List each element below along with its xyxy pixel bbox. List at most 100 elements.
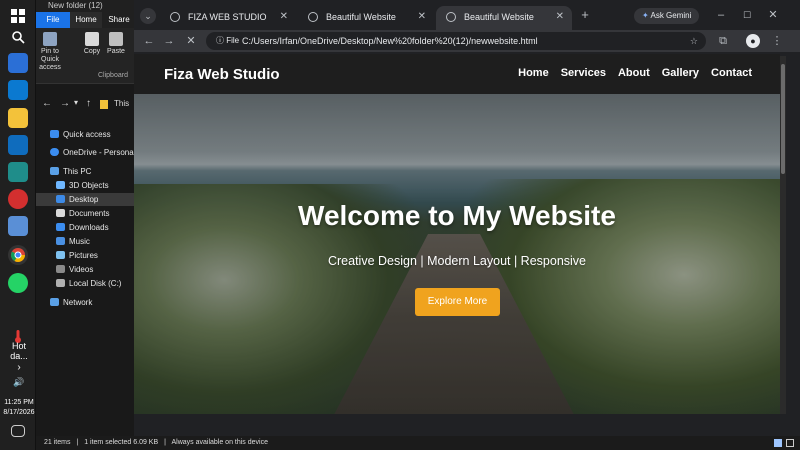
scroll-thumb[interactable] bbox=[781, 64, 785, 174]
details-view-icon[interactable] bbox=[774, 439, 782, 447]
tree-item-downloads[interactable]: Downloads bbox=[36, 221, 136, 234]
start-icon[interactable] bbox=[8, 6, 28, 26]
close-window-icon[interactable]: ✕ bbox=[766, 8, 780, 22]
tree-item-music[interactable]: Music bbox=[36, 235, 136, 248]
tree-item-quick-access[interactable]: Quick access bbox=[36, 128, 136, 141]
stop-loading-icon[interactable]: ✕ bbox=[184, 34, 198, 48]
bookmark-star-icon[interactable]: ☆ bbox=[690, 32, 698, 50]
forward-icon[interactable]: → bbox=[162, 34, 176, 48]
extensions-icon[interactable]: ⧉ bbox=[716, 34, 730, 48]
large-icons-view-icon[interactable] bbox=[786, 439, 794, 447]
search-icon[interactable] bbox=[8, 27, 28, 47]
tab-share[interactable]: Share bbox=[102, 12, 136, 28]
tab-beautiful-website-1[interactable]: Beautiful Website ✕ bbox=[298, 6, 434, 30]
close-tab-icon[interactable]: ✕ bbox=[418, 6, 426, 28]
ribbon: Pin to Quick access Copy Paste Clipboard bbox=[36, 28, 136, 84]
picture-icon bbox=[56, 251, 65, 259]
whatsapp-icon[interactable] bbox=[8, 273, 28, 293]
ask-gemini-button[interactable]: ✦ Ask Gemini bbox=[634, 8, 700, 24]
tree-item-local-disk[interactable]: Local Disk (C:) bbox=[36, 277, 136, 290]
menu-icon[interactable]: ⋮ bbox=[770, 34, 784, 48]
chrome-window: ⌄ FIZA WEB STUDIO ✕ Beautiful Website ✕ … bbox=[134, 0, 800, 450]
task-view-icon[interactable] bbox=[8, 53, 28, 73]
cube-icon bbox=[56, 181, 65, 189]
browser-toolbar: ← → ✕ ⓘ File C:/Users/Irfan/OneDrive/Des… bbox=[134, 30, 800, 52]
clock-time[interactable]: 11:25 PM bbox=[2, 398, 36, 408]
nav-home[interactable]: Home bbox=[518, 67, 549, 79]
paste-button[interactable]: Paste bbox=[104, 32, 128, 56]
tab-home[interactable]: Home bbox=[70, 12, 102, 28]
status-items: 21 items bbox=[44, 439, 71, 446]
back-icon[interactable]: ← bbox=[142, 34, 156, 48]
cloud-icon bbox=[50, 148, 59, 156]
desktop-icon bbox=[56, 195, 65, 203]
outlook-icon[interactable] bbox=[8, 135, 28, 155]
video-icon bbox=[56, 265, 65, 273]
back-icon[interactable]: ← bbox=[42, 98, 52, 109]
close-tab-icon[interactable]: ✕ bbox=[556, 6, 564, 28]
recent-dropdown-icon[interactable]: ▾ bbox=[74, 98, 78, 107]
file-explorer-icon[interactable] bbox=[8, 108, 28, 128]
clock-date[interactable]: 8/17/2026 bbox=[2, 408, 36, 418]
network-icon bbox=[50, 298, 59, 306]
tree-item-this-pc[interactable]: This PC bbox=[36, 165, 136, 178]
close-tab-icon[interactable]: ✕ bbox=[280, 6, 288, 28]
music-icon bbox=[56, 237, 65, 245]
url-text[interactable]: C:/Users/Irfan/OneDrive/Desktop/New%20fo… bbox=[242, 36, 538, 46]
nav-contact[interactable]: Contact bbox=[711, 67, 752, 79]
info-icon: ⓘ bbox=[216, 36, 227, 45]
notification-icon[interactable] bbox=[11, 425, 25, 437]
tab-beautiful-website-active[interactable]: Beautiful Website ✕ bbox=[436, 6, 572, 30]
address-bar[interactable]: ⓘ File C:/Users/Irfan/OneDrive/Desktop/N… bbox=[206, 32, 706, 50]
windows-taskbar: Hot da... › 🔊 11:25 PM 8/17/2026 bbox=[0, 0, 36, 450]
globe-icon bbox=[170, 12, 180, 22]
new-tab-icon[interactable]: + bbox=[578, 8, 592, 22]
download-icon bbox=[56, 223, 65, 231]
star-icon bbox=[50, 130, 59, 138]
chevron-up-icon[interactable]: › bbox=[2, 363, 36, 373]
chrome-icon[interactable] bbox=[8, 245, 28, 265]
drive-icon bbox=[56, 279, 65, 287]
up-icon[interactable]: ↑ bbox=[86, 98, 91, 109]
tab-strip: ⌄ FIZA WEB STUDIO ✕ Beautiful Website ✕ … bbox=[134, 0, 800, 30]
tab-search-icon[interactable]: ⌄ bbox=[140, 8, 156, 24]
pin-icon bbox=[43, 32, 57, 46]
site-info-chip[interactable]: ⓘ File bbox=[212, 34, 243, 48]
weather-text[interactable]: Hot da... bbox=[2, 341, 36, 361]
nav-gallery[interactable]: Gallery bbox=[662, 67, 699, 79]
copy-icon bbox=[85, 32, 99, 46]
edge-icon[interactable] bbox=[8, 162, 28, 182]
tree-item-3d-objects[interactable]: 3D Objects bbox=[36, 179, 136, 192]
nav-services[interactable]: Services bbox=[561, 67, 606, 79]
app-icon[interactable] bbox=[8, 216, 28, 236]
profile-avatar[interactable]: ● bbox=[746, 34, 760, 48]
minimize-icon[interactable]: – bbox=[714, 8, 728, 22]
site-menu: Home Services About Gallery Contact bbox=[518, 67, 752, 79]
opera-icon[interactable] bbox=[8, 189, 28, 209]
tree-item-videos[interactable]: Videos bbox=[36, 263, 136, 276]
site-brand[interactable]: Fiza Web Studio bbox=[164, 66, 280, 83]
tree-item-network[interactable]: Network bbox=[36, 296, 136, 309]
nav-about[interactable]: About bbox=[618, 67, 650, 79]
computer-icon bbox=[50, 167, 59, 175]
page-scrollbar[interactable] bbox=[780, 56, 786, 414]
file-explorer-window: New folder (12) File Home Share Pin to Q… bbox=[36, 0, 136, 450]
explore-more-button[interactable]: Explore More bbox=[415, 288, 500, 316]
tree-item-pictures[interactable]: Pictures bbox=[36, 249, 136, 262]
ribbon-tabs: File Home Share bbox=[36, 12, 136, 28]
address-crumb[interactable]: This bbox=[114, 99, 129, 108]
forward-icon[interactable]: → bbox=[60, 98, 70, 109]
tree-item-desktop[interactable]: Desktop bbox=[36, 193, 136, 206]
explorer-nav-row: ← → ▾ ↑ This bbox=[36, 96, 136, 114]
copy-button[interactable]: Copy bbox=[80, 32, 104, 56]
tree-item-onedrive[interactable]: OneDrive - Personal bbox=[36, 146, 136, 159]
tree-item-documents[interactable]: Documents bbox=[36, 207, 136, 220]
status-availability: Always available on this device bbox=[171, 439, 268, 446]
tab-fiza-web-studio[interactable]: FIZA WEB STUDIO ✕ bbox=[160, 6, 296, 30]
store-icon[interactable] bbox=[8, 80, 28, 100]
maximize-icon[interactable]: ☐ bbox=[740, 8, 754, 22]
paste-icon bbox=[109, 32, 123, 46]
volume-icon[interactable]: 🔊 bbox=[2, 377, 36, 387]
tab-file[interactable]: File bbox=[36, 12, 70, 28]
pin-quick-access-button[interactable]: Pin to Quick access bbox=[38, 32, 62, 72]
